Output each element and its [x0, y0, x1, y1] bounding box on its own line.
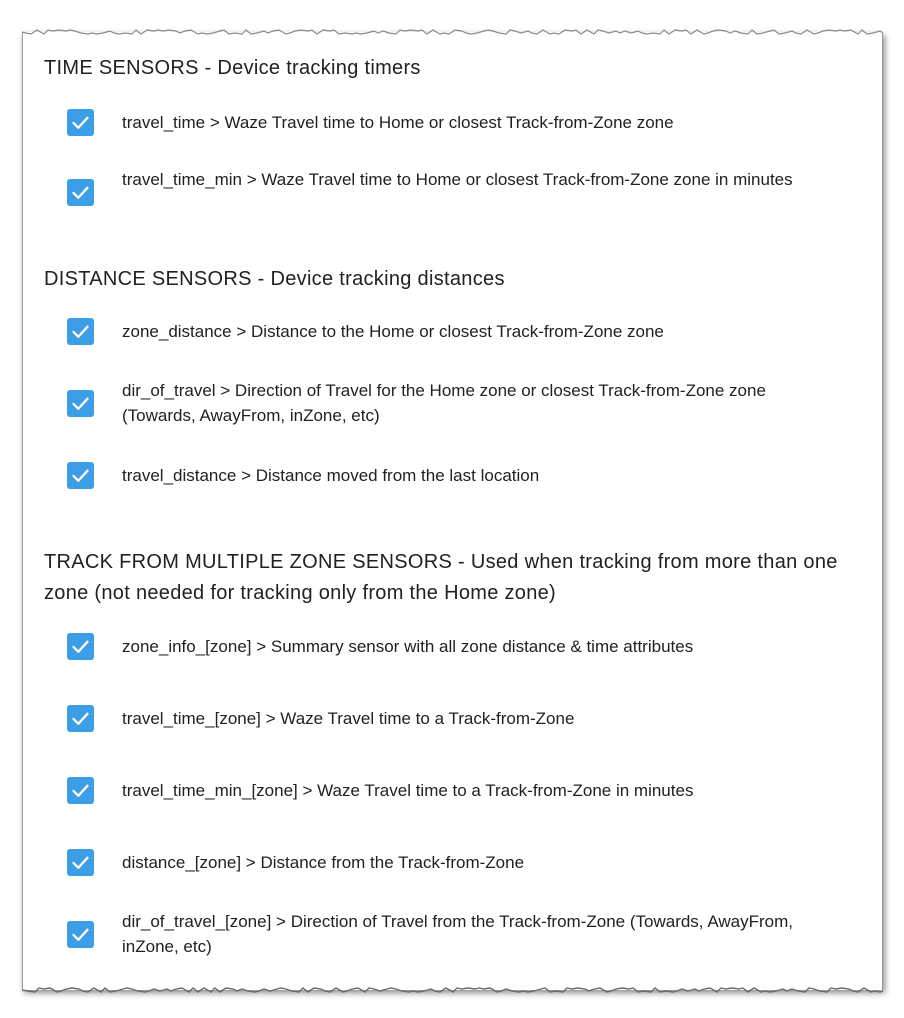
checkmark-icon — [72, 784, 89, 797]
sensor-label: travel_time > Waze Travel time to Home o… — [122, 113, 674, 132]
sensor-label: dir_of_travel_[zone] > Direction of Trav… — [122, 912, 793, 956]
checkmark-icon — [72, 397, 89, 410]
checkmark-icon — [72, 469, 89, 482]
checkmark-icon — [72, 856, 89, 869]
checkbox-dir-of-travel-zone[interactable] — [67, 921, 94, 948]
sensor-label: travel_time_[zone] > Waze Travel time to… — [122, 709, 575, 728]
sensor-label: travel_time_min > Waze Travel time to Ho… — [122, 170, 793, 189]
checkmark-icon — [72, 712, 89, 725]
checkmark-icon — [72, 640, 89, 653]
checkbox-zone-info[interactable] — [67, 633, 94, 660]
checkbox-dir-of-travel[interactable] — [67, 390, 94, 417]
section-title-distance-sensors: DISTANCE SENSORS - Device tracking dista… — [44, 268, 505, 290]
sensor-label: zone_distance > Distance to the Home or … — [122, 322, 664, 341]
checkbox-travel-time-min-zone[interactable] — [67, 777, 94, 804]
checkbox-travel-time-min[interactable] — [67, 179, 94, 206]
sensor-label: travel_distance > Distance moved from th… — [122, 466, 540, 485]
checkbox-travel-distance[interactable] — [67, 462, 94, 489]
checkmark-icon — [72, 325, 89, 338]
checkbox-travel-time-zone[interactable] — [67, 705, 94, 732]
sensor-label: distance_[zone] > Distance from the Trac… — [122, 853, 525, 872]
sensor-label: zone_info_[zone] > Summary sensor with a… — [122, 637, 694, 656]
sensor-options-card: TIME SENSORS - Device tracking timers tr… — [22, 29, 883, 993]
sensor-label: travel_time_min_[zone] > Waze Travel tim… — [122, 781, 694, 800]
checkmark-icon — [72, 186, 89, 199]
checkbox-travel-time[interactable] — [67, 109, 94, 136]
sensor-label: dir_of_travel > Direction of Travel for … — [122, 381, 766, 425]
section-title-track-from-zone-sensors: TRACK FROM MULTIPLE ZONE SENSORS - Used … — [44, 551, 838, 604]
section-title-time-sensors: TIME SENSORS - Device tracking timers — [44, 57, 421, 79]
checkmark-icon — [72, 116, 89, 129]
checkbox-zone-distance[interactable] — [67, 318, 94, 345]
checkmark-icon — [72, 928, 89, 941]
torn-edge-bottom — [22, 987, 883, 993]
checkbox-distance-zone[interactable] — [67, 849, 94, 876]
torn-edge-top — [22, 29, 883, 35]
